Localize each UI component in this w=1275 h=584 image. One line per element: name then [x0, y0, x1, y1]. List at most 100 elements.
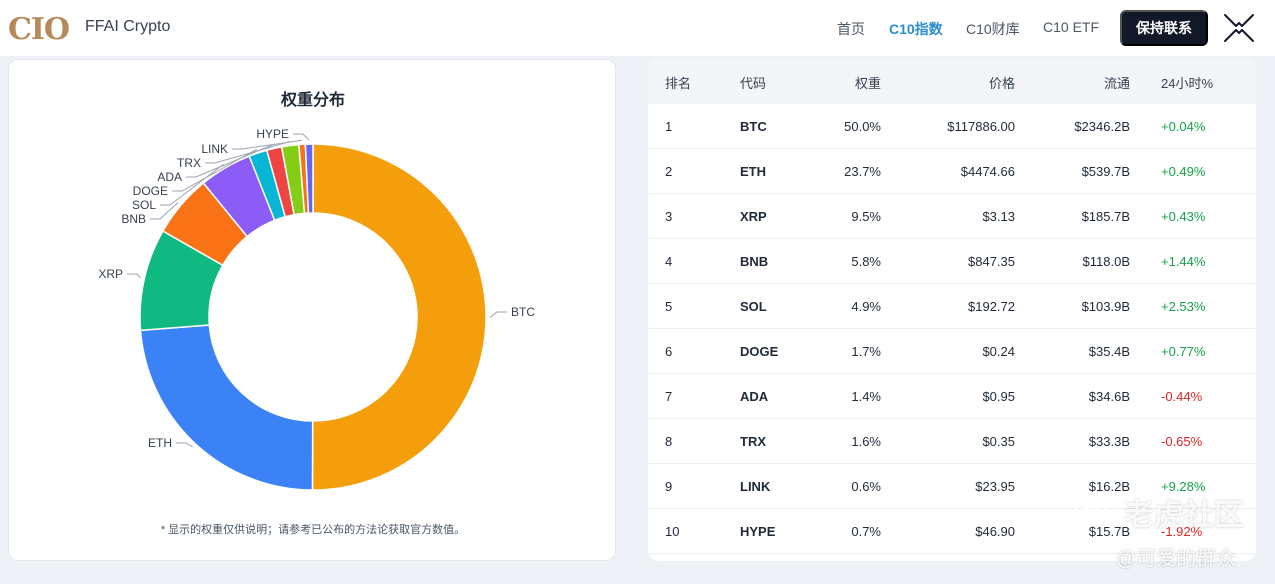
- slice-label: HYPE: [256, 127, 289, 141]
- nav-c10-etf[interactable]: C10 ETF: [1043, 19, 1099, 35]
- table-row[interactable]: 1 BTC 50.0% $117886.00 $2346.2B +0.04%: [648, 104, 1256, 149]
- weight-donut-chart: BTC ETH XRP BNBSOLDOGEADATRXLINK HYPE: [98, 127, 535, 491]
- cell-rank: 10: [665, 524, 680, 539]
- cell-supply: $33.3B: [1088, 434, 1130, 449]
- cell-weight: 0.7%: [851, 524, 881, 539]
- cell-price: $192.72: [968, 299, 1015, 314]
- leader-line-hype: [293, 133, 310, 141]
- cell-rank: 7: [665, 389, 673, 404]
- cell-code: DOGE: [740, 344, 779, 359]
- cell-change: -0.65%: [1161, 434, 1203, 449]
- cell-rank: 3: [665, 209, 673, 224]
- table-row[interactable]: 5 SOL 4.9% $192.72 $103.9B +2.53%: [648, 284, 1256, 329]
- table-row[interactable]: 6 DOGE 1.7% $0.24 $35.4B +0.77%: [648, 329, 1256, 374]
- col-rank[interactable]: 排名: [665, 73, 691, 92]
- table-row[interactable]: 4 BNB 5.8% $847.35 $118.0B +1.44%: [648, 239, 1256, 284]
- leader-line-eth: [176, 442, 193, 448]
- cell-change: +0.43%: [1161, 209, 1206, 224]
- contact-button[interactable]: 保持联系: [1120, 10, 1208, 46]
- cell-code: HYPE: [740, 524, 776, 539]
- col-weight[interactable]: 权重: [855, 73, 881, 92]
- cell-weight: 9.5%: [851, 209, 881, 224]
- cell-weight: 5.8%: [851, 254, 881, 269]
- cell-rank: 9: [665, 479, 673, 494]
- cell-price: $4474.66: [960, 164, 1015, 179]
- watermark-handle: @可爱的群众: [1116, 548, 1237, 570]
- cell-weight: 4.9%: [851, 299, 881, 314]
- cell-supply: $35.4B: [1088, 344, 1130, 359]
- cell-change: -0.44%: [1161, 389, 1203, 404]
- cell-price: $3.13: [982, 209, 1015, 224]
- cell-code: TRX: [740, 434, 766, 449]
- cell-rank: 8: [665, 434, 673, 449]
- cell-price: $0.95: [982, 389, 1015, 404]
- slice-label: SOL: [132, 198, 156, 212]
- cell-price: $0.35: [982, 434, 1015, 449]
- cell-price: $46.90: [975, 524, 1015, 539]
- col-change-24h[interactable]: 24小时%: [1161, 73, 1213, 92]
- col-price[interactable]: 价格: [989, 73, 1015, 92]
- cell-weight: 50.0%: [844, 119, 881, 134]
- col-supply[interactable]: 流通: [1104, 73, 1130, 92]
- cell-code: LINK: [740, 479, 771, 494]
- cell-code: BTC: [740, 119, 767, 134]
- cell-change: +0.49%: [1161, 164, 1206, 179]
- table-row[interactable]: 3 XRP 9.5% $3.13 $185.7B +0.43%: [648, 194, 1256, 239]
- col-code[interactable]: 代码: [740, 73, 766, 92]
- cell-weight: 0.6%: [851, 479, 881, 494]
- cell-rank: 6: [665, 344, 673, 359]
- nav-c10-index[interactable]: C10指数: [889, 19, 943, 39]
- leader-line-btc: [489, 311, 507, 318]
- table-header: 排名 代码 权重 价格 流通 24小时%: [648, 59, 1256, 104]
- weight-chart-card: 权重分布 BTC ETH XRP BNB SOL DOGE ADA TRX LINK HYPE *…: [8, 59, 616, 561]
- slice-label: ADA: [157, 170, 182, 184]
- table-row[interactable]: 2 ETH 23.7% $4474.66 $539.7B +0.49%: [648, 149, 1256, 194]
- slice-label: BTC: [511, 305, 535, 319]
- cell-rank: 1: [665, 119, 673, 134]
- leader-line-xrp: [127, 273, 141, 279]
- chart-disclaimer: * 显示的权重仅供说明；请参考已公布的方法论获取官方数值。: [160, 524, 466, 536]
- cell-rank: 5: [665, 299, 673, 314]
- cell-code: ADA: [740, 389, 769, 404]
- tiger-logo-icon: [1074, 492, 1108, 526]
- cell-code: ETH: [740, 164, 766, 179]
- cell-supply: $2346.2B: [1074, 119, 1130, 134]
- nav-home[interactable]: 首页: [837, 19, 865, 39]
- cell-rank: 4: [665, 254, 673, 269]
- watermark-title: 老虎社区: [1124, 499, 1244, 532]
- table-row[interactable]: 8 TRX 1.6% $0.35 $33.3B -0.65%: [648, 419, 1256, 464]
- brand-name[interactable]: FFAI Crypto: [85, 18, 170, 36]
- cell-supply: $34.6B: [1088, 389, 1130, 404]
- cell-weight: 23.7%: [844, 164, 881, 179]
- cell-change: +2.53%: [1161, 299, 1206, 314]
- top-header: CIO FFAI Crypto 首页 C10指数 C10财库 C10 ETF 保…: [0, 0, 1275, 56]
- cell-weight: 1.4%: [851, 389, 881, 404]
- cell-supply: $539.7B: [1081, 164, 1130, 179]
- logo-mark: CIO: [8, 12, 70, 47]
- cell-change: +0.77%: [1161, 344, 1206, 359]
- cell-supply: $118.0B: [1082, 254, 1130, 269]
- slice-label: XRP: [98, 267, 123, 281]
- slice-label: LINK: [201, 142, 228, 156]
- cell-rank: 2: [665, 164, 673, 179]
- cell-price: $0.24: [982, 344, 1015, 359]
- slice-btc[interactable]: [311, 143, 487, 491]
- slice-label: ETH: [148, 436, 172, 450]
- cell-supply: $103.9B: [1081, 299, 1130, 314]
- cell-price: $117886.00: [947, 119, 1015, 134]
- cell-price: $847.35: [968, 254, 1015, 269]
- constituents-table: 排名 代码 权重 价格 流通 24小时% 1 BTC 50.0% $117886.00…: [648, 59, 1256, 561]
- cell-change: +0.04%: [1161, 119, 1206, 134]
- nav-c10-treasury[interactable]: C10财库: [966, 19, 1020, 39]
- table-row[interactable]: 7 ADA 1.4% $0.95 $34.6B -0.44%: [648, 374, 1256, 419]
- close-x-icon[interactable]: [1222, 12, 1256, 44]
- slice-label: BNB: [121, 212, 146, 226]
- slice-eth[interactable]: [139, 324, 314, 491]
- site-logo[interactable]: CIO: [8, 12, 70, 47]
- cell-price: $23.95: [975, 479, 1015, 494]
- cell-code: BNB: [740, 254, 769, 269]
- cell-code: SOL: [740, 299, 767, 314]
- cell-weight: 1.6%: [851, 434, 881, 449]
- cell-supply: $185.7B: [1081, 209, 1130, 224]
- slice-label: DOGE: [133, 184, 168, 198]
